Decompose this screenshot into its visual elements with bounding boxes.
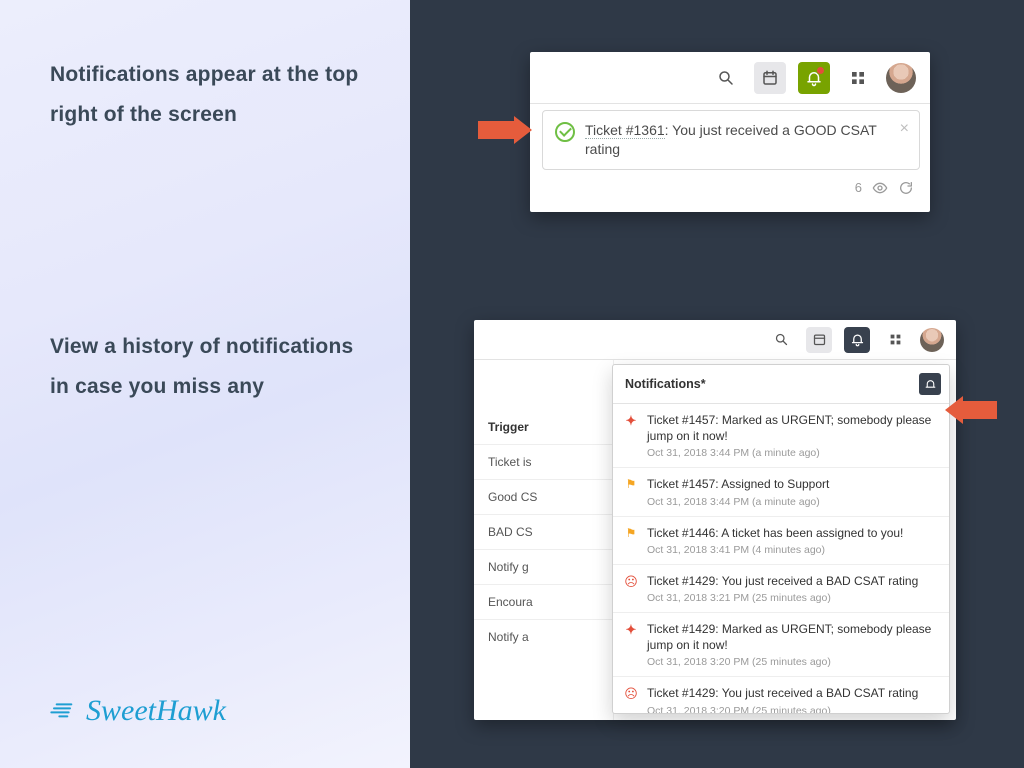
notification-item[interactable]: ☹ Ticket #1429: You just received a BAD C… xyxy=(613,565,949,613)
sad-icon: ☹ xyxy=(624,686,638,714)
topbar xyxy=(530,52,930,104)
headline-2: View a history of notifications in case … xyxy=(50,327,370,407)
footer-count: 6 xyxy=(855,180,862,195)
bolt-icon: ✦ xyxy=(626,622,637,668)
screenshot-history: Trigger Ticket isGood CSBAD CSNotify gEn… xyxy=(474,320,956,720)
left-panel: Notifications appear at the top right of… xyxy=(0,0,410,768)
notification-item[interactable]: ✦ Ticket #1429: Marked as URGENT; somebod… xyxy=(613,613,949,677)
topbar xyxy=(474,320,956,360)
toast-footer: 6 xyxy=(530,170,930,196)
notification-item[interactable]: ⚑ Ticket #1446: A ticket has been assigne… xyxy=(613,517,949,565)
close-icon[interactable]: × xyxy=(900,121,909,137)
screenshot-toast: Ticket #1361: You just received a GOOD C… xyxy=(530,52,930,212)
notification-message: Ticket #1457: Marked as URGENT; somebody… xyxy=(647,412,939,444)
notifications-popup: Notifications* ✦ Ticket #1457: Marked as … xyxy=(612,364,950,714)
callout-arrow-1 xyxy=(478,116,532,144)
notification-toast[interactable]: Ticket #1361: You just received a GOOD C… xyxy=(542,110,920,170)
notification-time: Oct 31, 2018 3:44 PM (a minute ago) xyxy=(647,447,939,459)
notification-item[interactable]: ✦ Ticket #1457: Marked as URGENT; somebod… xyxy=(613,404,949,468)
notification-time: Oct 31, 2018 3:21 PM (25 minutes ago) xyxy=(647,592,939,604)
trigger-column: Trigger Ticket isGood CSBAD CSNotify gEn… xyxy=(474,360,614,720)
notification-time: Oct 31, 2018 3:20 PM (25 minutes ago) xyxy=(647,705,939,715)
notifications-title: Notifications* xyxy=(625,377,706,391)
trigger-row[interactable]: Notify g xyxy=(474,549,613,584)
trigger-row[interactable]: Ticket is xyxy=(474,444,613,479)
trigger-row[interactable]: Encoura xyxy=(474,584,613,619)
notification-item[interactable]: ⚑ Ticket #1457: Assigned to Support Oct 31… xyxy=(613,468,949,516)
bolt-icon: ✦ xyxy=(626,413,637,459)
trigger-header: Trigger xyxy=(474,360,613,444)
avatar[interactable] xyxy=(886,63,916,93)
check-icon xyxy=(555,122,575,142)
bell-icon[interactable] xyxy=(798,62,830,94)
toast-text: Ticket #1361: You just received a GOOD C… xyxy=(585,121,891,159)
avatar[interactable] xyxy=(920,328,944,352)
bell-icon[interactable] xyxy=(844,327,870,353)
calendar-icon[interactable] xyxy=(806,327,832,353)
notification-time: Oct 31, 2018 3:41 PM (4 minutes ago) xyxy=(647,544,939,556)
notifications-list: ✦ Ticket #1457: Marked as URGENT; somebod… xyxy=(613,404,949,714)
wing-icon xyxy=(50,699,82,723)
notification-badge xyxy=(816,66,825,75)
trigger-row[interactable]: Good CS xyxy=(474,479,613,514)
notification-message: Ticket #1429: You just received a BAD CS… xyxy=(647,685,939,701)
notification-message: Ticket #1446: A ticket has been assigned… xyxy=(647,525,939,541)
notification-time: Oct 31, 2018 3:44 PM (a minute ago) xyxy=(647,496,939,508)
trigger-row[interactable]: BAD CS xyxy=(474,514,613,549)
search-icon[interactable] xyxy=(768,327,794,353)
brand-logo: SweetHawk xyxy=(50,694,226,728)
search-icon[interactable] xyxy=(710,62,742,94)
bell-icon[interactable] xyxy=(919,373,941,395)
brand-text: SweetHawk xyxy=(86,694,226,728)
flag-icon: ⚑ xyxy=(626,477,637,507)
headline-1: Notifications appear at the top right of… xyxy=(50,55,370,135)
notification-item[interactable]: ☹ Ticket #1429: You just received a BAD C… xyxy=(613,677,949,714)
trigger-row[interactable]: Notify a xyxy=(474,619,613,654)
apps-icon[interactable] xyxy=(842,62,874,94)
flag-icon: ⚑ xyxy=(626,526,637,556)
sad-icon: ☹ xyxy=(624,574,638,604)
notification-message: Ticket #1429: You just received a BAD CS… xyxy=(647,573,939,589)
refresh-icon[interactable] xyxy=(898,180,914,196)
right-panel: Ticket #1361: You just received a GOOD C… xyxy=(410,0,1024,768)
callout-arrow-2 xyxy=(945,396,997,424)
notification-message: Ticket #1429: Marked as URGENT; somebody… xyxy=(647,621,939,653)
apps-icon[interactable] xyxy=(882,327,908,353)
notification-message: Ticket #1457: Assigned to Support xyxy=(647,476,939,492)
eye-icon[interactable] xyxy=(872,180,888,196)
notification-time: Oct 31, 2018 3:20 PM (25 minutes ago) xyxy=(647,656,939,668)
notifications-header: Notifications* xyxy=(613,365,949,404)
toast-ticket-link[interactable]: Ticket #1361 xyxy=(585,122,665,139)
calendar-icon[interactable] xyxy=(754,62,786,94)
